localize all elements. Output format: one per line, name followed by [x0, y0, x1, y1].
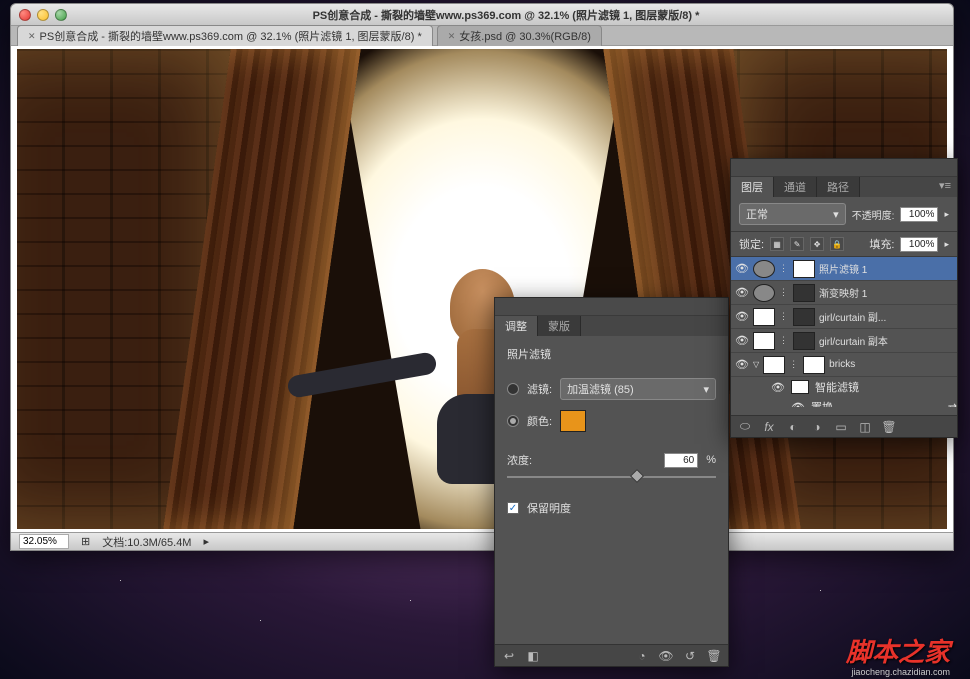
filter-options-icon[interactable]: ⇄	[948, 401, 957, 408]
smart-filter-row[interactable]: 👁 智能滤镜	[731, 377, 957, 397]
tab-document-2[interactable]: ✕女孩.psd @ 30.3%(RGB/8)	[437, 25, 602, 46]
density-slider[interactable]	[507, 476, 716, 478]
adjust-title: 照片滤镜	[507, 346, 716, 362]
layer-row[interactable]: 👁 ⋮ 渐变映射 1	[731, 281, 957, 305]
eye-icon[interactable]: 👁	[658, 649, 674, 663]
panel-menu-icon[interactable]: ▾≡	[933, 177, 957, 197]
link-icon[interactable]: ⬭	[737, 420, 753, 434]
layers-footer: ⬭ fx ◐ ◑ ▭ ◫ 🗑	[731, 415, 957, 437]
lock-position-icon[interactable]: ✥	[810, 237, 824, 251]
tab-adjustments[interactable]: 调整	[495, 316, 538, 336]
document-tabbar: ✕PS创意合成 - 撕裂的墙壁www.ps369.com @ 32.1% (照片…	[11, 26, 953, 46]
tab-paths[interactable]: 路径	[817, 177, 860, 197]
lock-label: 锁定:	[739, 236, 764, 252]
close-icon[interactable]: ✕	[448, 31, 456, 42]
panel-drag-handle[interactable]	[495, 298, 728, 316]
statusbar: ⊞ 文档:10.3M/65.4M ▸	[11, 532, 953, 550]
new-layer-icon[interactable]: ◫	[857, 420, 873, 434]
close-button[interactable]	[19, 9, 31, 21]
preserve-checkbox[interactable]: ✓	[507, 502, 519, 514]
chevron-down-icon[interactable]: ▸	[944, 209, 949, 220]
filter-dropdown[interactable]: 加温滤镜 (85) ▾	[560, 378, 716, 400]
tab-document-1[interactable]: ✕PS创意合成 - 撕裂的墙壁www.ps369.com @ 32.1% (照片…	[17, 25, 433, 46]
color-label: 颜色:	[527, 413, 552, 429]
minimize-button[interactable]	[37, 9, 49, 21]
lock-transparency-icon[interactable]: ▦	[770, 237, 784, 251]
layer-row[interactable]: 👁 ⋮ 照片滤镜 1	[731, 257, 957, 281]
reset-icon[interactable]: ↺	[682, 649, 698, 663]
layer-row[interactable]: 👁 ⋮ girl/curtain 副本	[731, 329, 957, 353]
visibility-icon[interactable]: 👁	[791, 401, 805, 408]
opacity-label: 不透明度:	[852, 207, 895, 222]
visibility-icon[interactable]: 👁	[735, 358, 749, 371]
lock-all-icon[interactable]: 🔒	[830, 237, 844, 251]
zoom-button[interactable]	[55, 9, 67, 21]
chevron-down-icon[interactable]: ▸	[944, 239, 949, 250]
visibility-icon[interactable]: 👁	[735, 334, 749, 347]
panel-drag-handle[interactable]	[731, 159, 957, 177]
watermark-url: jiaocheng.chazidian.com	[851, 667, 950, 677]
group-icon[interactable]: ▭	[833, 420, 849, 434]
layer-row[interactable]: 👁 ⋮ girl/curtain 副...	[731, 305, 957, 329]
radio-filter[interactable]	[507, 383, 519, 395]
scroll-icon[interactable]: ⊞	[81, 535, 90, 548]
adjustments-panel: 调整 蒙版 照片滤镜 滤镜: 加温滤镜 (85) ▾ 颜色: 浓度: % ✓	[494, 297, 729, 667]
window-title: PS创意合成 - 撕裂的墙壁www.ps369.com @ 32.1% (照片滤…	[67, 7, 945, 23]
opacity-input[interactable]	[900, 207, 938, 222]
layer-row[interactable]: 👁 ▽ ⋮ bricks	[731, 353, 957, 377]
titlebar[interactable]: PS创意合成 - 撕裂的墙壁www.ps369.com @ 32.1% (照片滤…	[11, 4, 953, 26]
adjust-tabs: 调整 蒙版	[495, 316, 728, 336]
trash-icon[interactable]: 🗑	[706, 649, 722, 663]
layers-panel: 图层 通道 路径 ▾≡ 正常▾ 不透明度: ▸ 锁定: ▦ ✎ ✥ 🔒 填充: …	[730, 158, 958, 438]
chevron-down-icon: ▾	[833, 208, 839, 221]
adjustment-icon[interactable]: ◑	[809, 420, 825, 434]
expand-icon[interactable]: ◧	[525, 649, 541, 663]
twirl-icon[interactable]: ▽	[753, 360, 759, 369]
color-swatch[interactable]	[560, 410, 586, 432]
adjust-footer: ↩ ◧ ◔ 👁 ↺ 🗑	[495, 644, 728, 666]
traffic-lights	[19, 9, 67, 21]
tab-channels[interactable]: 通道	[774, 177, 817, 197]
visibility-icon[interactable]: 👁	[735, 286, 749, 299]
density-input[interactable]	[664, 453, 698, 468]
zoom-input[interactable]	[19, 534, 69, 549]
filter-label: 滤镜:	[527, 381, 552, 397]
watermark-logo: 脚本之家	[846, 632, 950, 669]
density-label: 浓度:	[507, 452, 532, 468]
blend-mode-dropdown[interactable]: 正常▾	[739, 203, 846, 225]
radio-color[interactable]	[507, 415, 519, 427]
clip-icon[interactable]: ◔	[634, 649, 650, 663]
mask-icon[interactable]: ◐	[785, 420, 801, 434]
close-icon[interactable]: ✕	[28, 31, 36, 42]
trash-icon[interactable]: 🗑	[881, 420, 897, 434]
displace-row[interactable]: 👁 置换 ⇄	[731, 397, 957, 407]
layer-list: 👁 ⋮ 照片滤镜 1 👁 ⋮ 渐变映射 1 👁 ⋮ girl/curtain 副…	[731, 257, 957, 407]
fill-label: 填充:	[869, 236, 894, 252]
chevron-down-icon: ▾	[703, 383, 709, 396]
preserve-label: 保留明度	[527, 500, 571, 516]
fill-input[interactable]	[900, 237, 938, 252]
visibility-icon[interactable]: 👁	[735, 262, 749, 275]
visibility-icon[interactable]: 👁	[735, 310, 749, 323]
lock-pixels-icon[interactable]: ✎	[790, 237, 804, 251]
return-icon[interactable]: ↩	[501, 649, 517, 663]
visibility-icon[interactable]: 👁	[771, 381, 785, 394]
tab-layers[interactable]: 图层	[731, 177, 774, 197]
flyout-icon[interactable]: ▸	[203, 535, 209, 548]
doc-size: 文档:10.3M/65.4M	[102, 534, 191, 550]
fx-icon[interactable]: fx	[761, 420, 777, 434]
tab-masks[interactable]: 蒙版	[538, 316, 581, 336]
